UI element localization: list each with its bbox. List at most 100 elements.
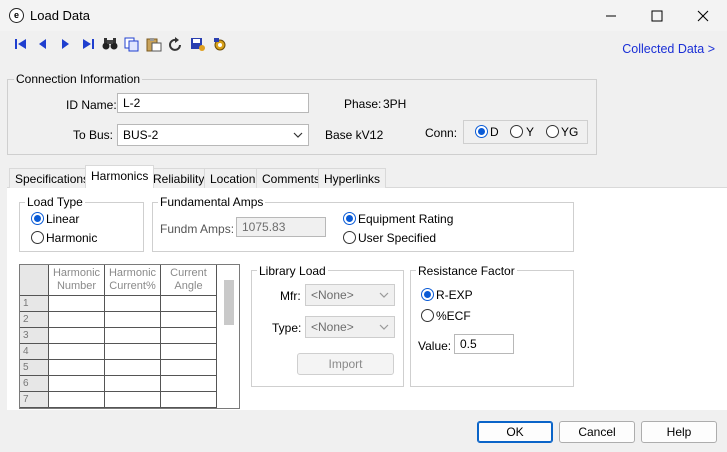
minimize-icon [606, 15, 616, 16]
table-cell[interactable] [161, 360, 217, 376]
ok-button[interactable]: OK [477, 421, 553, 443]
type-select[interactable]: <None> [305, 316, 395, 338]
maximize-button[interactable] [634, 0, 680, 31]
table-cell[interactable] [105, 296, 161, 312]
table-cell[interactable] [49, 376, 105, 392]
table-cell[interactable] [161, 392, 217, 408]
mfr-select[interactable]: <None> [305, 284, 395, 306]
to-bus-label: To Bus: [73, 128, 114, 142]
chevron-down-icon [379, 324, 389, 330]
conn-radio-yg[interactable] [546, 125, 559, 138]
load-type-harmonic-radio[interactable] [31, 231, 44, 244]
cancel-button[interactable]: Cancel [559, 421, 635, 443]
to-bus-select[interactable]: BUS-2 [117, 124, 309, 146]
table-cell[interactable] [161, 376, 217, 392]
import-button[interactable]: Import [297, 353, 394, 375]
load-type-legend: Load Type [25, 195, 85, 209]
table-cell[interactable] [161, 328, 217, 344]
column-header-current-angle[interactable]: Current Angle [161, 265, 217, 296]
conn-radio-d[interactable] [475, 125, 488, 138]
conn-label: Conn: [425, 126, 458, 140]
harmonic-table[interactable]: Harmonic Number Harmonic Current% Curren… [19, 264, 240, 409]
table-cell[interactable] [49, 312, 105, 328]
maximize-icon [651, 10, 663, 21]
ecf-label: %ECF [436, 309, 471, 323]
table-cell[interactable] [105, 328, 161, 344]
tab-specifications[interactable]: Specifications [9, 168, 96, 188]
resistance-factor-legend: Resistance Factor [416, 264, 517, 278]
chevron-down-icon [379, 292, 389, 298]
collected-data-link[interactable]: Collected Data > [622, 42, 715, 56]
table-cell[interactable] [161, 296, 217, 312]
table-cell[interactable] [161, 344, 217, 360]
settings-icon[interactable] [210, 35, 230, 53]
base-kv-label: Base kV: [325, 128, 373, 142]
next-record-icon[interactable] [55, 35, 75, 53]
connection-info-legend: Connection Information [14, 72, 143, 86]
tab-location[interactable]: Location [204, 168, 262, 188]
load-type-linear-label: Linear [46, 212, 80, 226]
resistance-factor-group [410, 270, 574, 387]
table-cell[interactable] [105, 312, 161, 328]
table-cell[interactable] [105, 392, 161, 408]
table-row-number: 3 [20, 328, 49, 344]
table-cell[interactable] [49, 344, 105, 360]
close-icon [697, 10, 709, 21]
fundm-amps-input[interactable]: 1075.83 [236, 217, 326, 237]
save-library-icon[interactable] [188, 35, 208, 53]
find-icon[interactable] [100, 35, 120, 53]
table-cell[interactable] [161, 312, 217, 328]
first-record-icon[interactable] [11, 35, 31, 53]
mfr-label: Mfr: [280, 289, 301, 303]
help-button[interactable]: Help [641, 421, 717, 443]
last-record-icon[interactable] [78, 35, 98, 53]
fundamental-amps-legend: Fundamental Amps [158, 195, 266, 209]
table-cell[interactable] [105, 376, 161, 392]
resistance-value-input[interactable]: 0.5 [454, 334, 514, 354]
equipment-rating-radio[interactable] [343, 212, 356, 225]
column-header-harmonic-number[interactable]: Harmonic Number [49, 265, 105, 296]
conn-radio-y-label: Y [526, 125, 535, 139]
table-cell[interactable] [105, 344, 161, 360]
table-cell[interactable] [49, 360, 105, 376]
copy-icon[interactable] [122, 35, 142, 53]
previous-record-icon[interactable] [33, 35, 53, 53]
ecf-radio[interactable] [421, 309, 434, 322]
table-corner [20, 265, 49, 296]
tab-reliability[interactable]: Reliability [147, 168, 211, 188]
tab-hyperlinks[interactable]: Hyperlinks [318, 168, 387, 188]
type-value: <None> [311, 320, 354, 334]
minimize-button[interactable] [588, 0, 634, 31]
table-row-number: 7 [20, 392, 49, 408]
undo-icon[interactable] [166, 35, 186, 53]
tab-comments[interactable]: Comments [256, 168, 327, 188]
header-line: Number [56, 280, 97, 292]
load-type-linear-radio[interactable] [31, 212, 44, 225]
table-cell[interactable] [49, 328, 105, 344]
phase-value: 3PH [383, 97, 407, 111]
type-label: Type: [272, 321, 302, 335]
table-row-number: 4 [20, 344, 49, 360]
table-cell[interactable] [49, 296, 105, 312]
to-bus-value: BUS-2 [123, 128, 159, 142]
header-line: Angle [174, 280, 203, 292]
library-load-legend: Library Load [257, 264, 328, 278]
tab-harmonics[interactable]: Harmonics [85, 165, 155, 188]
id-name-label: ID Name: [66, 98, 117, 112]
table-scrollbar-thumb[interactable] [224, 280, 234, 325]
user-specified-label: User Specified [358, 231, 437, 245]
conn-radio-y[interactable] [510, 125, 523, 138]
table-cell[interactable] [49, 392, 105, 408]
table-row-number: 5 [20, 360, 49, 376]
user-specified-radio[interactable] [343, 231, 356, 244]
column-header-harmonic-current[interactable]: Harmonic Current% [105, 265, 161, 296]
r-exp-radio[interactable] [421, 288, 434, 301]
close-button[interactable] [680, 0, 726, 31]
app-icon: e [9, 8, 24, 23]
id-name-input[interactable]: L-2 [117, 93, 309, 113]
paste-icon[interactable] [144, 35, 164, 53]
table-cell[interactable] [105, 360, 161, 376]
base-kv-value: 12 [370, 128, 384, 142]
header-line: Current% [109, 280, 156, 292]
window-title: Load Data [30, 8, 90, 23]
